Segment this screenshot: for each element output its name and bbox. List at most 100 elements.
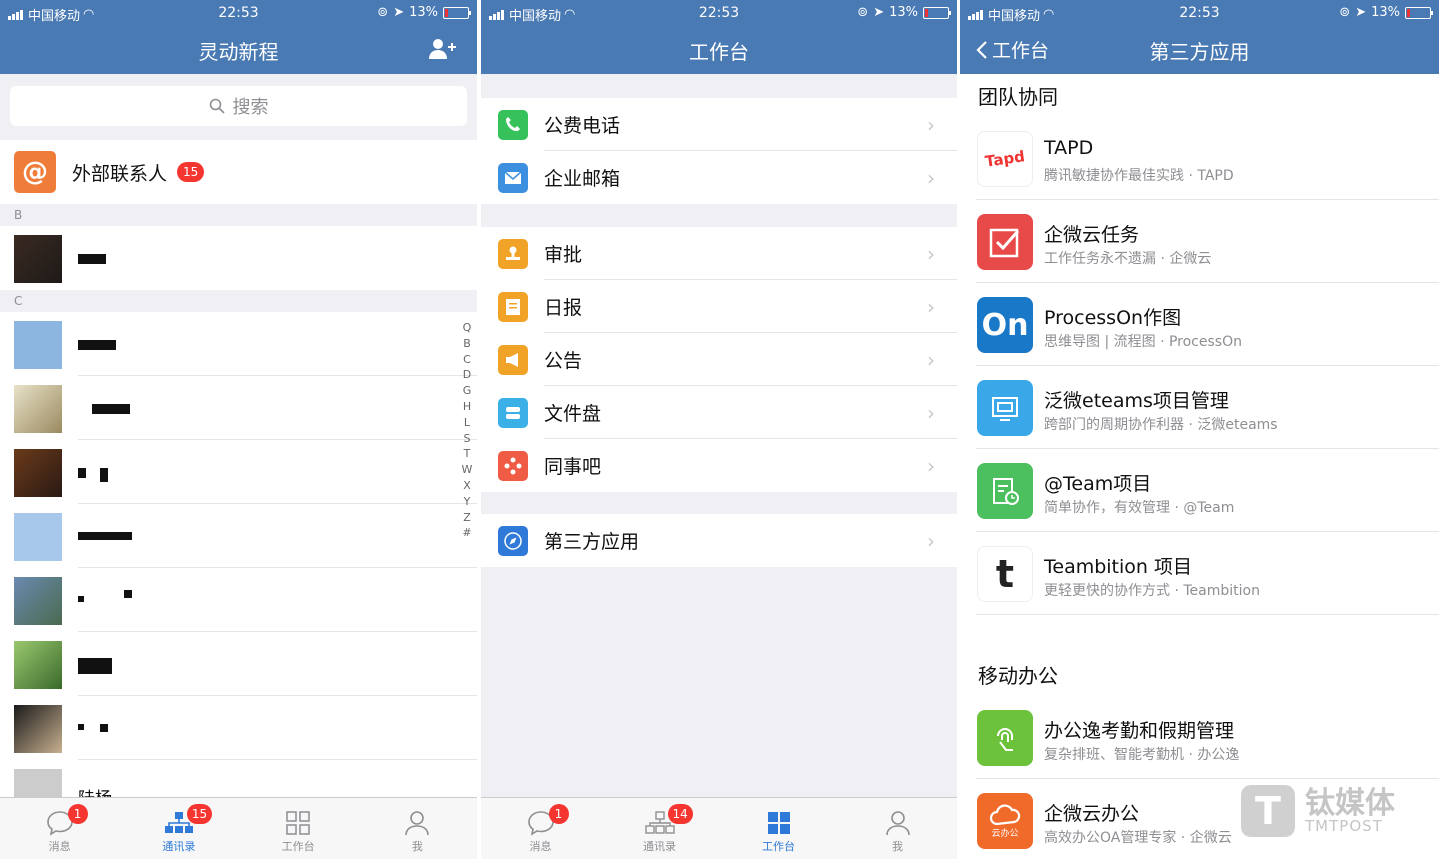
tab-messages[interactable]: 消息 1 (481, 798, 600, 859)
menu-group-2: 审批 › 日报 › 公告 › 文件盘 › 同事吧 › (481, 227, 957, 492)
tab-workbench[interactable]: 工作台 (239, 798, 358, 859)
app-name: ProcessOn作图 (1044, 307, 1182, 329)
navbar: 中国移动 ◠ 22:53 ⊚ ➤ 13% 灵动新程 (0, 0, 477, 74)
stamp-icon (498, 238, 528, 269)
tab-workbench-label: 工作台 (281, 840, 315, 853)
chevron-right-icon: › (927, 400, 935, 425)
tab-me-label: 我 (892, 840, 903, 853)
redacted-name (78, 724, 84, 730)
battery-percent: 13% (409, 5, 438, 20)
menu-item-file-drive[interactable]: 文件盘 › (481, 386, 957, 439)
rotation-lock-icon: ⊚ (857, 5, 869, 20)
app-item[interactable]: On ProcessOn作图 思维导图 | 流程图 · ProcessOn (976, 283, 1439, 366)
menu-group-3: 第三方应用 › (481, 514, 957, 567)
app-name: 泛微eteams项目管理 (1044, 390, 1229, 412)
alphabet-index[interactable]: Q B C D G H L S T W X Y Z # (461, 320, 473, 541)
menu-item-phone[interactable]: 公费电话 › (481, 98, 957, 151)
menu-item-daily-report[interactable]: 日报 › (481, 280, 957, 333)
external-contacts-label: 外部联系人 (72, 162, 168, 185)
contact-row[interactable] (0, 696, 477, 760)
contact-row[interactable] (0, 226, 477, 290)
index-search-icon[interactable]: Q (461, 320, 473, 336)
contacts-badge: 15 (186, 804, 213, 824)
search-input[interactable]: 搜索 (10, 86, 467, 126)
contact-row[interactable] (0, 440, 477, 504)
app-item[interactable]: @Team项目 简单协作，有效管理 · @Team (976, 449, 1439, 532)
status-bar: 中国移动 ◠ 22:53 ⊚ ➤ 13% (960, 0, 1439, 26)
database-icon (498, 397, 528, 428)
index-letter[interactable]: D (461, 367, 473, 383)
messages-badge: 1 (67, 804, 88, 824)
battery-icon (1405, 6, 1433, 19)
avatar (14, 513, 62, 561)
index-letter[interactable]: T (461, 446, 473, 462)
menu-item-third-party-apps[interactable]: 第三方应用 › (481, 514, 957, 567)
search-bar-area: 搜索 (0, 74, 477, 138)
app-item[interactable]: 泛微eteams项目管理 跨部门的周期协作利器 · 泛微eteams (976, 366, 1439, 449)
app-item[interactable]: Tapd TAPD 腾讯敏捷协作最佳实践 · TAPD (976, 117, 1439, 200)
index-letter[interactable]: B (461, 336, 473, 352)
phone-icon (498, 109, 528, 140)
checkbox-icon (977, 214, 1033, 270)
app-item[interactable]: 企微云任务 工作任务永不遗漏 · 企微云 (976, 200, 1439, 283)
menu-item-label: 公费电话 (544, 115, 621, 137)
tab-me[interactable]: 我 (838, 798, 957, 859)
app-item[interactable]: t Teambition 项目 更轻更快的协作方式 · Teambition (976, 532, 1439, 615)
fingerprint-icon (977, 710, 1033, 766)
app-desc: 复杂排班、智能考勤机 · 办公逸 (1044, 747, 1240, 763)
index-letter[interactable]: S (461, 431, 473, 447)
navbar: 中国移动 ◠ 22:53 ⊚ ➤ 13% 工作台 (481, 0, 957, 74)
index-letter[interactable]: C (461, 352, 473, 368)
status-bar: 中国移动 ◠ 22:53 ⊚ ➤ 13% (0, 0, 477, 26)
menu-group-1: 公费电话 › 企业邮箱 › (481, 98, 957, 204)
page-title: 工作台 (689, 40, 749, 64)
contact-row[interactable] (0, 504, 477, 568)
tab-messages[interactable]: 消息 1 (0, 798, 119, 859)
chevron-right-icon: › (927, 528, 935, 553)
contact-row[interactable] (0, 632, 477, 696)
redacted-name (78, 658, 112, 674)
eteams-icon (977, 380, 1033, 436)
chevron-right-icon: › (927, 294, 935, 319)
index-letter[interactable]: X (461, 478, 473, 494)
add-contact-button[interactable] (427, 37, 457, 61)
chevron-right-icon: › (927, 347, 935, 372)
processon-icon: On (977, 297, 1033, 353)
index-letter[interactable]: L (461, 415, 473, 431)
app-name: @Team项目 (1044, 473, 1152, 495)
app-item[interactable]: 办公逸考勤和假期管理 复杂排班、智能考勤机 · 办公逸 (976, 696, 1439, 779)
menu-item-label: 同事吧 (544, 456, 602, 478)
external-contacts-row[interactable]: @ 外部联系人 15 (0, 140, 477, 204)
teambition-icon: t (977, 546, 1033, 602)
diamond-nodes-icon (498, 450, 528, 481)
document-icon (498, 291, 528, 322)
compass-icon (498, 525, 528, 556)
avatar (14, 235, 62, 283)
menu-item-label: 公告 (544, 350, 583, 372)
battery-icon (443, 6, 471, 19)
index-letter[interactable]: G (461, 383, 473, 399)
tab-me[interactable]: 我 (358, 798, 477, 859)
tab-contacts[interactable]: 通讯录 15 (119, 798, 238, 859)
menu-item-announcement[interactable]: 公告 › (481, 333, 957, 386)
index-letter[interactable]: H (461, 399, 473, 415)
contact-row[interactable] (0, 312, 477, 376)
avatar (14, 705, 62, 753)
tab-workbench[interactable]: 工作台 (719, 798, 838, 859)
add-person-icon (429, 39, 456, 59)
menu-item-approval[interactable]: 审批 › (481, 227, 957, 280)
index-letter[interactable]: Y (461, 494, 473, 510)
menu-item-email[interactable]: 企业邮箱 › (481, 151, 957, 204)
person-icon (885, 811, 910, 836)
index-letter[interactable]: W (461, 462, 473, 478)
page-title: 第三方应用 (1149, 40, 1250, 64)
redacted-name (78, 532, 132, 540)
contact-row[interactable] (0, 376, 477, 440)
menu-item-colleague-bar[interactable]: 同事吧 › (481, 439, 957, 492)
tab-contacts[interactable]: 通讯录 14 (600, 798, 719, 859)
index-letter[interactable]: # (461, 525, 473, 541)
index-letter[interactable]: Z (461, 510, 473, 526)
tab-messages-label: 消息 (529, 840, 552, 853)
contact-row[interactable] (0, 568, 477, 632)
battery-icon (923, 6, 951, 19)
